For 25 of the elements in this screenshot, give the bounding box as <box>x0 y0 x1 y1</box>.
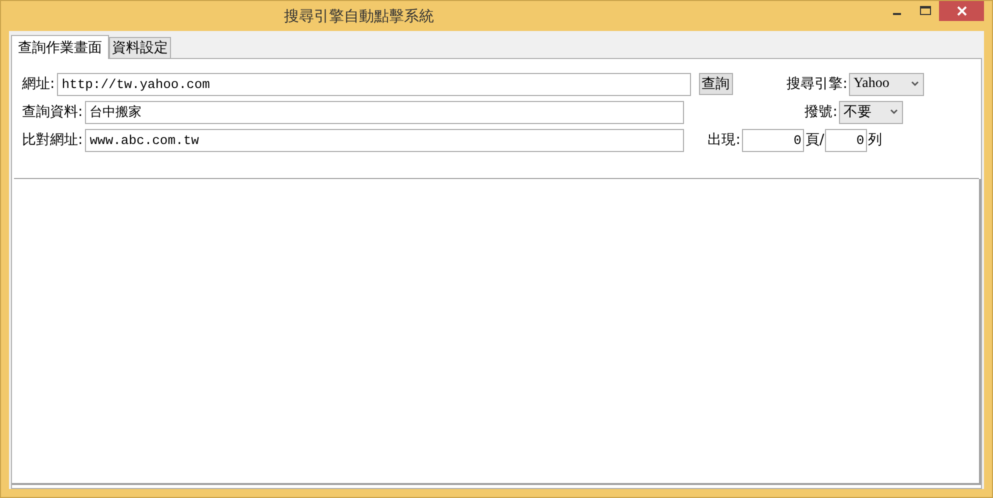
tab[interactable]: 資料設定 <box>109 37 171 58</box>
window-title: 搜尋引擎自動點擊系統 <box>284 7 434 26</box>
dropdown[interactable]: 不要 <box>839 100 904 124</box>
field-label: 查詢資料: <box>22 103 83 121</box>
minimize-icon <box>893 13 901 15</box>
close-icon <box>956 6 966 16</box>
input-field[interactable]: 0 <box>825 128 868 152</box>
close-button[interactable] <box>939 1 984 21</box>
dropdown[interactable]: Yahoo <box>849 72 924 96</box>
field-label: 搜尋引擎: <box>786 75 848 93</box>
field-label: 比對網址: <box>22 131 83 149</box>
field-label: 出現: <box>708 131 740 149</box>
field-label: 網址: <box>22 75 55 93</box>
input-field[interactable]: www.abc.com.tw <box>84 128 684 152</box>
unit-label: 頁/ <box>805 131 824 149</box>
field-label: 撥號: <box>804 103 838 121</box>
unit-label: 列 <box>868 131 882 149</box>
input-field[interactable]: 台中搬家 <box>84 100 684 124</box>
chevron-down-icon <box>911 81 920 87</box>
input-field[interactable]: 0 <box>742 128 804 152</box>
chevron-down-icon <box>890 109 898 115</box>
input-field[interactable]: http://tw.yahoo.com <box>56 72 691 96</box>
query-button[interactable]: 查詢 <box>698 73 733 95</box>
maximize-icon <box>920 6 930 16</box>
tab[interactable]: 查詢作業畫面 <box>11 35 109 59</box>
